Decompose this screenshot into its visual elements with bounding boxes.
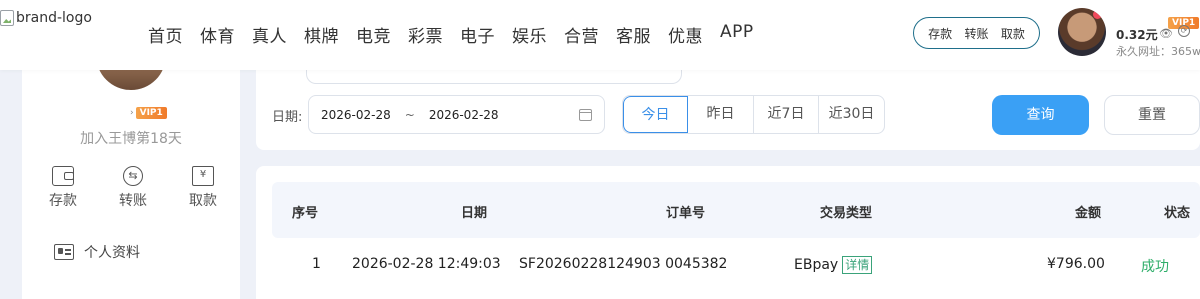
header-date: 日期 (461, 206, 488, 221)
account-sidebar: › VIP1 加入王博第18天 存款 ⇆ 转账 ¥ 取款 个人资料 (22, 40, 240, 299)
nav-slots[interactable]: 电子 (460, 22, 495, 47)
cell-date: 2026-02-28 12:49:03 (352, 256, 501, 272)
notification-dot (1093, 10, 1102, 19)
refresh-icon[interactable]: ⟳ (1178, 25, 1190, 37)
sidebar-item-label: 个人资料 (84, 245, 140, 261)
nav-app[interactable]: APP (720, 22, 754, 47)
header-index: 序号 (292, 206, 319, 221)
cell-order-no: SF20260228124903 0045382 (519, 256, 728, 272)
reset-button[interactable]: 重置 (1104, 95, 1200, 135)
brand-logo-alt: brand-logo (16, 10, 92, 26)
sidebar-withdraw-button[interactable]: ¥ 取款 (178, 166, 228, 210)
balance-amount: 0.32元 (1116, 28, 1158, 42)
cell-index: 1 (312, 256, 321, 272)
nav-support[interactable]: 客服 (616, 22, 651, 47)
nav-entertainment[interactable]: 娱乐 (512, 22, 547, 47)
nav-esports[interactable]: 电竞 (356, 22, 391, 47)
quick-date-today[interactable]: 今日 (623, 96, 688, 133)
quick-date-30days[interactable]: 近30日 (819, 96, 884, 133)
quick-actions: 存款 转账 取款 (913, 17, 1040, 49)
permanent-url: 永久网址：365w (1116, 45, 1200, 58)
sidebar-transfer-button[interactable]: ⇆ 转账 (108, 166, 158, 210)
header-order-no: 订单号 (666, 206, 706, 221)
avatar[interactable] (1058, 8, 1106, 56)
nav-partner[interactable]: 合营 (564, 22, 599, 47)
cell-amount: ¥796.00 (1047, 256, 1105, 272)
broken-image-icon (0, 10, 14, 26)
end-date: 2026-02-28 (428, 107, 499, 122)
start-date: 2026-02-28 (321, 107, 391, 122)
nav-promotions[interactable]: 优惠 (668, 22, 703, 47)
nav-sports[interactable]: 体育 (200, 22, 235, 47)
detail-link[interactable]: 详情 (842, 256, 873, 274)
nav-live-casino[interactable]: 真人 (252, 22, 287, 47)
brand-logo[interactable]: brand-logo (0, 10, 92, 26)
id-card-icon (54, 244, 74, 260)
nav-chess-cards[interactable]: 棋牌 (304, 22, 339, 47)
table-row[interactable]: 1 2026-02-28 12:49:03 SF20260228124903 0… (272, 238, 1200, 294)
header-status: 状态 (1164, 206, 1191, 221)
quick-withdraw-button[interactable]: 取款 (1001, 25, 1025, 42)
table-header: 序号 日期 订单号 交易类型 金额 状态 (272, 182, 1200, 238)
join-days-text: 加入王博第18天 (80, 131, 182, 147)
header-amount: 金额 (1075, 206, 1102, 221)
quick-date-yesterday[interactable]: 昨日 (688, 96, 754, 133)
quick-transfer-button[interactable]: 转账 (964, 25, 988, 42)
cell-type-value: EBpay (794, 257, 839, 273)
sidebar-vip-badge: › VIP1 (130, 107, 167, 119)
nav-home[interactable]: 首页 (148, 22, 183, 47)
query-button[interactable]: 查询 (992, 95, 1089, 135)
quick-date-group: 今日 昨日 近7日 近30日 (622, 95, 885, 134)
quick-date-7days[interactable]: 近7日 (754, 96, 819, 133)
quick-deposit-button[interactable]: 存款 (928, 25, 952, 42)
filter-panel: 日期: 2026-02-28 ~ 2026-02-28 今日 昨日 近7日 近3… (256, 64, 1200, 150)
cell-type: EBpay 详情 (794, 256, 873, 274)
sidebar-deposit-button[interactable]: 存款 (38, 166, 88, 210)
transactions-table: 序号 日期 订单号 交易类型 金额 状态 1 2026-02-28 12:49:… (256, 166, 1200, 299)
eye-icon[interactable]: 👁 (1159, 27, 1173, 40)
date-label: 日期: (272, 110, 303, 125)
calendar-icon (579, 109, 592, 121)
transfer-icon: ⇆ (123, 166, 143, 186)
main-nav: 首页 体育 真人 棋牌 电竞 彩票 电子 娱乐 合营 客服 优惠 APP (148, 22, 771, 47)
withdraw-icon: ¥ (192, 166, 214, 186)
header-type: 交易类型 (820, 206, 873, 221)
range-separator: ~ (404, 107, 415, 122)
top-header: brand-logo 首页 体育 真人 棋牌 电竞 彩票 电子 娱乐 合营 客服… (0, 0, 1200, 70)
nav-lottery[interactable]: 彩票 (408, 22, 443, 47)
wallet-icon (52, 166, 74, 186)
sidebar-item-profile[interactable]: 个人资料 (54, 242, 140, 262)
sidebar-actions: 存款 ⇆ 转账 ¥ 取款 (38, 166, 228, 210)
date-range-picker[interactable]: 2026-02-28 ~ 2026-02-28 (308, 95, 605, 134)
cell-status: 成功 (1141, 259, 1169, 275)
